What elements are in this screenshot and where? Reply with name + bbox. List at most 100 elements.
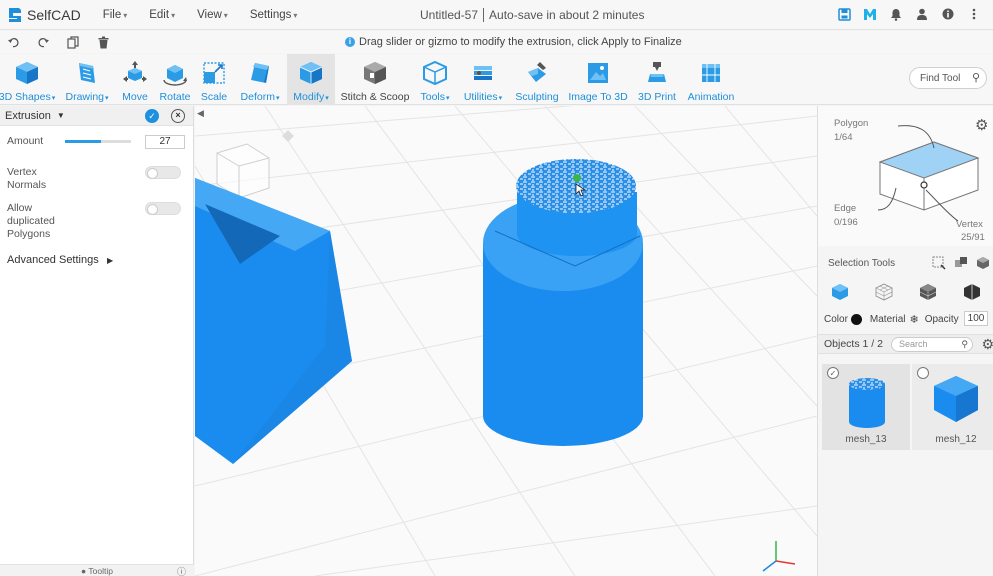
selection-mode-cube[interactable]: Polygon 1/64 Edge 0/196 Vertex 25/91 ⚙ xyxy=(818,106,993,246)
mesh-13-thumbnail-icon xyxy=(849,378,885,428)
polygon-count: 1/64 xyxy=(834,132,853,143)
extrusion-gizmo-handle[interactable] xyxy=(573,174,581,182)
axis-indicator-icon xyxy=(762,541,796,572)
redo-icon[interactable] xyxy=(36,35,50,49)
quick-actions xyxy=(6,35,110,49)
tooltip-bar[interactable]: ● Tooltip ⓘ xyxy=(0,564,194,576)
wireframe-mode-icon[interactable] xyxy=(875,283,893,301)
tool-utilities[interactable]: Utilities xyxy=(460,54,506,105)
amount-input[interactable]: 27 xyxy=(145,135,185,149)
delete-icon[interactable] xyxy=(96,35,110,49)
menu-bar: SelfCAD File Edit View Settings Untitled… xyxy=(0,0,993,30)
selection-mode-icons xyxy=(818,280,993,304)
info-icon[interactable] xyxy=(941,7,955,21)
objects-gear-icon[interactable]: ⚙ xyxy=(981,336,993,353)
tool-label: Animation xyxy=(687,91,735,103)
search-icon: ⚲ xyxy=(971,72,980,84)
material-icon[interactable]: ❄ xyxy=(909,313,918,326)
menu-view[interactable]: View xyxy=(197,9,228,21)
tool-move[interactable]: Move xyxy=(116,54,154,105)
chevron-down-icon[interactable]: ▼ xyxy=(57,111,65,120)
cube-vertex[interactable] xyxy=(920,181,928,189)
advanced-settings-toggle[interactable]: Advanced Settings xyxy=(7,254,113,266)
objects-search-input[interactable]: Search ⚲ xyxy=(891,337,973,352)
more-icon[interactable] xyxy=(967,7,981,21)
extrusion-panel-header[interactable]: Extrusion ▼ ✓ × xyxy=(0,106,193,126)
selfcad-logo[interactable]: SelfCAD xyxy=(6,0,81,30)
object-mode-icon[interactable] xyxy=(831,283,849,301)
tool-sculpting[interactable]: Sculpting xyxy=(512,54,562,105)
material-row: Color Material ❄ Opacity 100 xyxy=(818,311,993,327)
tool-label: Drawing xyxy=(65,91,108,103)
menu-file[interactable]: File xyxy=(103,9,128,21)
drawing-icon xyxy=(79,63,95,83)
scene-canvas[interactable] xyxy=(195,106,817,576)
allow-dup-line-3: Polygons xyxy=(7,228,51,240)
main-menu: File Edit View Settings xyxy=(103,9,298,21)
apply-icon[interactable]: ✓ xyxy=(145,109,159,123)
object-thumbnail-mesh-12[interactable]: mesh_12 xyxy=(912,364,993,450)
mesh-12-object[interactable] xyxy=(195,178,352,464)
image-to-3d-icon xyxy=(588,63,608,83)
tool-3d-shapes[interactable]: 3D Shapes xyxy=(0,54,54,105)
menu-settings[interactable]: Settings xyxy=(250,9,298,21)
tool-tools[interactable]: Tools xyxy=(416,54,454,105)
tool-rotate[interactable]: Rotate xyxy=(156,54,194,105)
tool-label: Utilities xyxy=(464,91,502,103)
extrusion-panel: Extrusion ▼ ✓ × Amount 27 Vertex Normals… xyxy=(0,106,194,576)
object-name: mesh_12 xyxy=(935,434,977,445)
vertex-normals-label: Vertex Normals xyxy=(7,166,46,192)
bell-icon[interactable] xyxy=(889,7,903,21)
right-panel: Polygon 1/64 Edge 0/196 Vertex 25/91 ⚙ S… xyxy=(817,106,993,576)
vertex-normals-toggle[interactable] xyxy=(145,166,181,179)
select-all-icon[interactable] xyxy=(976,256,990,270)
solid-mode-icon[interactable] xyxy=(919,283,937,301)
tool-stitch-scoop[interactable]: Stitch & Scoop xyxy=(340,54,410,105)
find-tool-input[interactable]: Find Tool ⚲ xyxy=(909,67,987,89)
close-icon[interactable]: × xyxy=(171,109,185,123)
material-label[interactable]: Material xyxy=(870,314,906,325)
allow-dup-line-2: duplicated xyxy=(7,215,55,227)
mesh-13-object[interactable] xyxy=(483,159,643,446)
gizmo-marker-icon[interactable] xyxy=(282,130,294,142)
tooltip-text: Tooltip xyxy=(88,565,113,576)
tool-label: Deform xyxy=(241,91,280,103)
animation-icon xyxy=(702,64,720,82)
color-swatch[interactable] xyxy=(850,313,862,325)
box-select-icon[interactable] xyxy=(932,256,946,270)
document-title[interactable]: Untitled-57 xyxy=(420,8,478,22)
amount-slider[interactable] xyxy=(65,140,131,143)
tool-deform[interactable]: Deform xyxy=(236,54,284,105)
copy-icon[interactable] xyxy=(66,35,80,49)
tool-animation[interactable]: Animation xyxy=(684,54,738,105)
tool-drawing[interactable]: Drawing xyxy=(62,54,112,105)
3d-viewport[interactable] xyxy=(195,106,817,576)
opacity-input[interactable]: 100 xyxy=(964,311,988,326)
tool-image-to-3d[interactable]: Image To 3D xyxy=(568,54,628,105)
tool-modify[interactable]: Modify xyxy=(287,54,335,105)
amount-label: Amount xyxy=(7,135,44,147)
gear-icon[interactable]: ⚙ xyxy=(975,116,988,134)
select-similar-icon[interactable] xyxy=(954,256,968,270)
save-icon[interactable] xyxy=(837,7,851,21)
selfcad-app: SelfCAD File Edit View Settings Untitled… xyxy=(0,0,993,576)
stitch-scoop-icon xyxy=(364,62,386,84)
tool-3d-print[interactable]: 3D Print xyxy=(636,54,678,105)
object-name: mesh_13 xyxy=(845,434,887,445)
object-thumbnail-mesh-13[interactable]: ✓ mesh_13 xyxy=(822,364,910,450)
undo-icon[interactable] xyxy=(6,35,20,49)
vertex-label: Vertex xyxy=(956,219,983,230)
menu-edit[interactable]: Edit xyxy=(149,9,175,21)
collapse-panel-icon[interactable]: ◀ xyxy=(197,108,204,119)
m-logo-icon[interactable] xyxy=(863,7,877,21)
color-label: Color xyxy=(824,313,848,325)
user-icon[interactable] xyxy=(915,7,929,21)
logo-text: SelfCAD xyxy=(27,6,81,23)
xray-mode-icon[interactable] xyxy=(963,283,981,301)
cube-icon xyxy=(16,62,38,84)
tool-scale[interactable]: Scale xyxy=(197,54,231,105)
allow-duplicated-polygons-toggle[interactable] xyxy=(145,202,181,215)
3d-print-icon xyxy=(648,62,666,82)
tool-label: 3D Shapes xyxy=(0,91,55,103)
help-icon[interactable]: ⓘ xyxy=(177,565,186,576)
